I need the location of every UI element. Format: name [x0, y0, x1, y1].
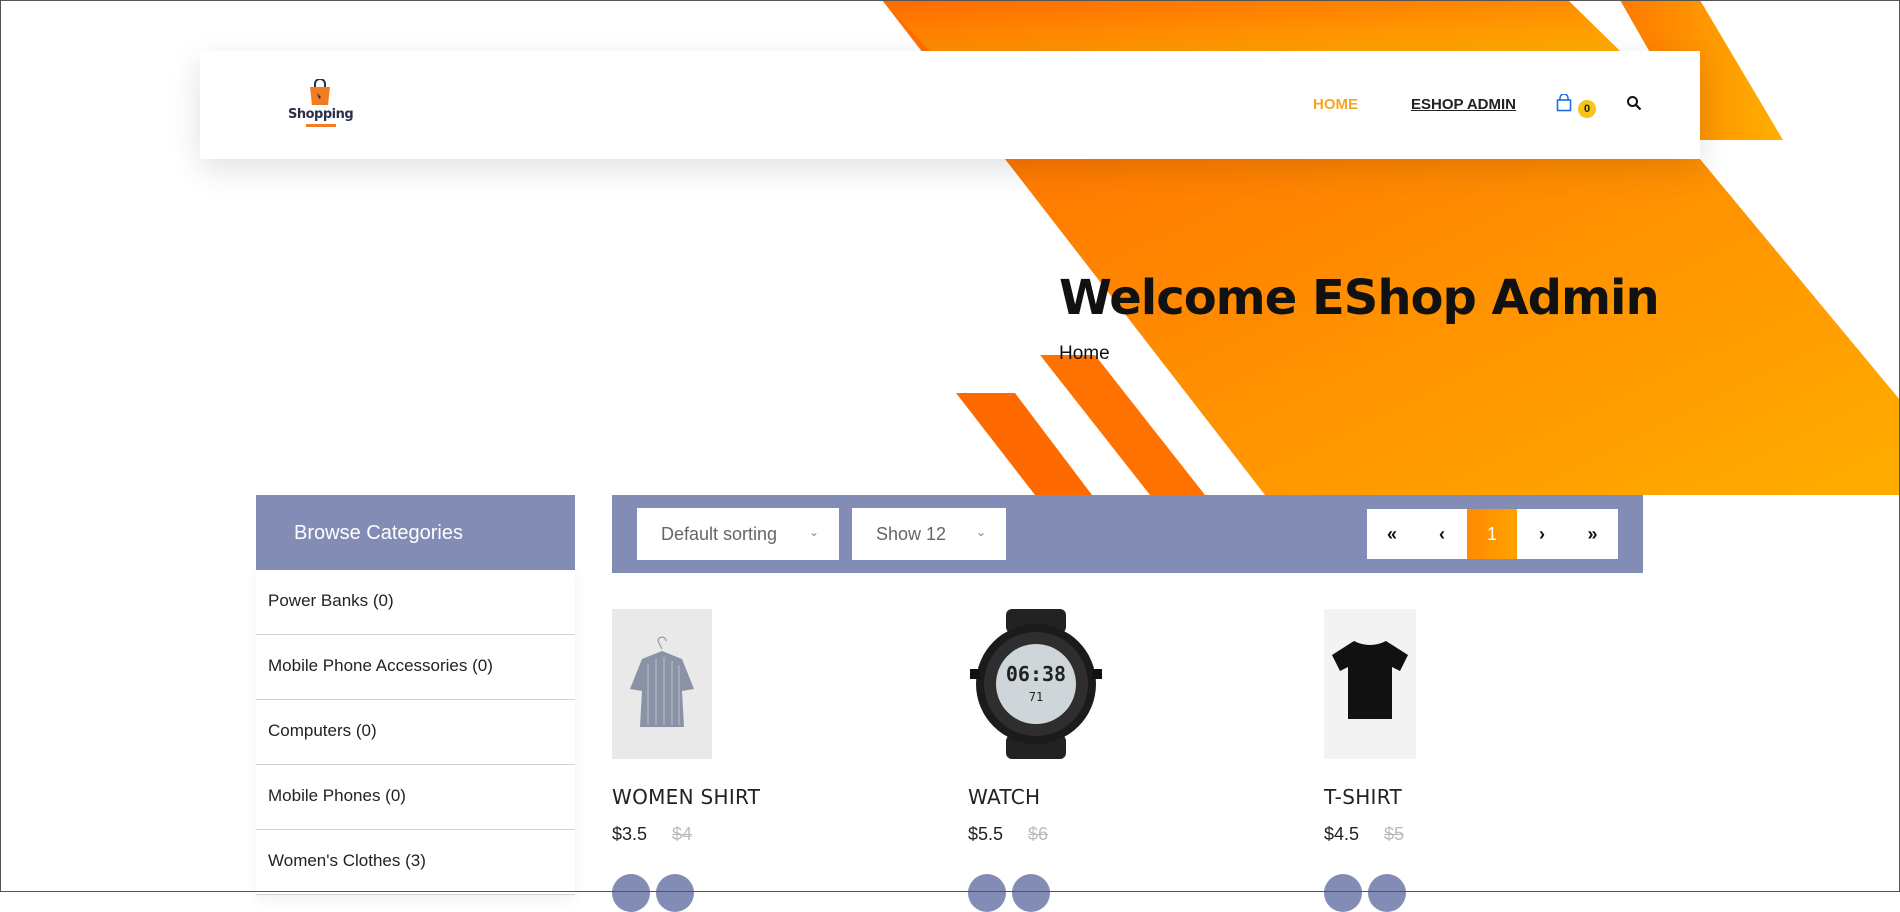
product-name[interactable]: T-SHIRT [1324, 785, 1402, 809]
logo-text: Shopping [288, 107, 354, 122]
next-page-button[interactable]: › [1517, 509, 1567, 559]
search-icon[interactable] [1626, 95, 1642, 111]
product-old-price: $4 [672, 824, 693, 844]
logo[interactable]: Shopping [288, 79, 354, 129]
cart-count-badge: 0 [1578, 100, 1596, 118]
category-label: Mobile Phone Accessories (0) [268, 656, 493, 675]
category-label: Women's Clothes (3) [268, 851, 426, 870]
chevron-down-icon: ⌄ [808, 525, 819, 539]
category-label: Mobile Phones (0) [268, 786, 406, 805]
product-old-price: $6 [1028, 824, 1049, 844]
breadcrumb[interactable]: Home [1059, 343, 1110, 365]
category-label: Computers (0) [268, 721, 377, 740]
sort-select-value: Default sorting [661, 524, 778, 544]
product-image-watch[interactable]: 06:38 71 [968, 609, 1104, 759]
product-price: $5.5 [968, 824, 1004, 844]
last-page-button[interactable]: » [1567, 509, 1618, 559]
compare-button[interactable] [656, 874, 694, 912]
shopping-bag-icon [310, 79, 330, 105]
chevron-down-icon: ⌄ [975, 525, 986, 539]
shop-toolbar: Default sorting ⌄ Show 12 ⌄ « ‹ 1 › » [612, 495, 1643, 573]
browse-categories-header: Browse Categories [256, 495, 575, 570]
nav-eshop-admin[interactable]: ESHOP ADMIN [1411, 96, 1516, 113]
product-image-t-shirt[interactable] [1324, 609, 1416, 759]
prev-page-button[interactable]: ‹ [1417, 509, 1467, 559]
sort-select[interactable]: Default sorting ⌄ [637, 508, 839, 560]
add-to-cart-button[interactable] [612, 874, 650, 912]
nav-home[interactable]: HOME [1313, 96, 1358, 113]
product-price: $3.5 [612, 824, 648, 844]
product-old-price: $5 [1384, 824, 1405, 844]
product-price: $4.5 [1324, 824, 1360, 844]
cart-button[interactable]: 0 [1556, 94, 1596, 118]
cart-icon [1556, 94, 1572, 112]
category-item[interactable]: Power Banks (0) [256, 570, 575, 635]
product-image-women-shirt[interactable] [612, 609, 712, 759]
category-item[interactable]: Women's Clothes (3) [256, 830, 575, 895]
pagination: « ‹ 1 › » [1367, 509, 1618, 559]
browse-categories-title: Browse Categories [294, 522, 463, 544]
current-page-button[interactable]: 1 [1467, 509, 1517, 559]
compare-button[interactable] [1012, 874, 1050, 912]
product-name[interactable]: WOMEN SHIRT [612, 785, 760, 809]
category-item[interactable]: Computers (0) [256, 700, 575, 765]
category-list: Power Banks (0) Mobile Phone Accessories… [256, 570, 575, 895]
category-item[interactable]: Mobile Phones (0) [256, 765, 575, 830]
add-to-cart-button[interactable] [1324, 874, 1362, 912]
show-count-select[interactable]: Show 12 ⌄ [852, 508, 1006, 560]
show-count-value: Show 12 [876, 524, 947, 544]
first-page-button[interactable]: « [1367, 509, 1417, 559]
svg-text:06:38: 06:38 [1006, 662, 1066, 686]
add-to-cart-button[interactable] [968, 874, 1006, 912]
svg-text:71: 71 [1029, 690, 1043, 704]
page-title: Welcome EShop Admin [1059, 270, 1660, 326]
logo-underline [306, 124, 336, 127]
compare-button[interactable] [1368, 874, 1406, 912]
product-name[interactable]: WATCH [968, 785, 1040, 809]
category-item[interactable]: Mobile Phone Accessories (0) [256, 635, 575, 700]
site-header: Shopping HOME ESHOP ADMIN 0 [200, 51, 1700, 159]
category-label: Power Banks (0) [268, 591, 394, 610]
